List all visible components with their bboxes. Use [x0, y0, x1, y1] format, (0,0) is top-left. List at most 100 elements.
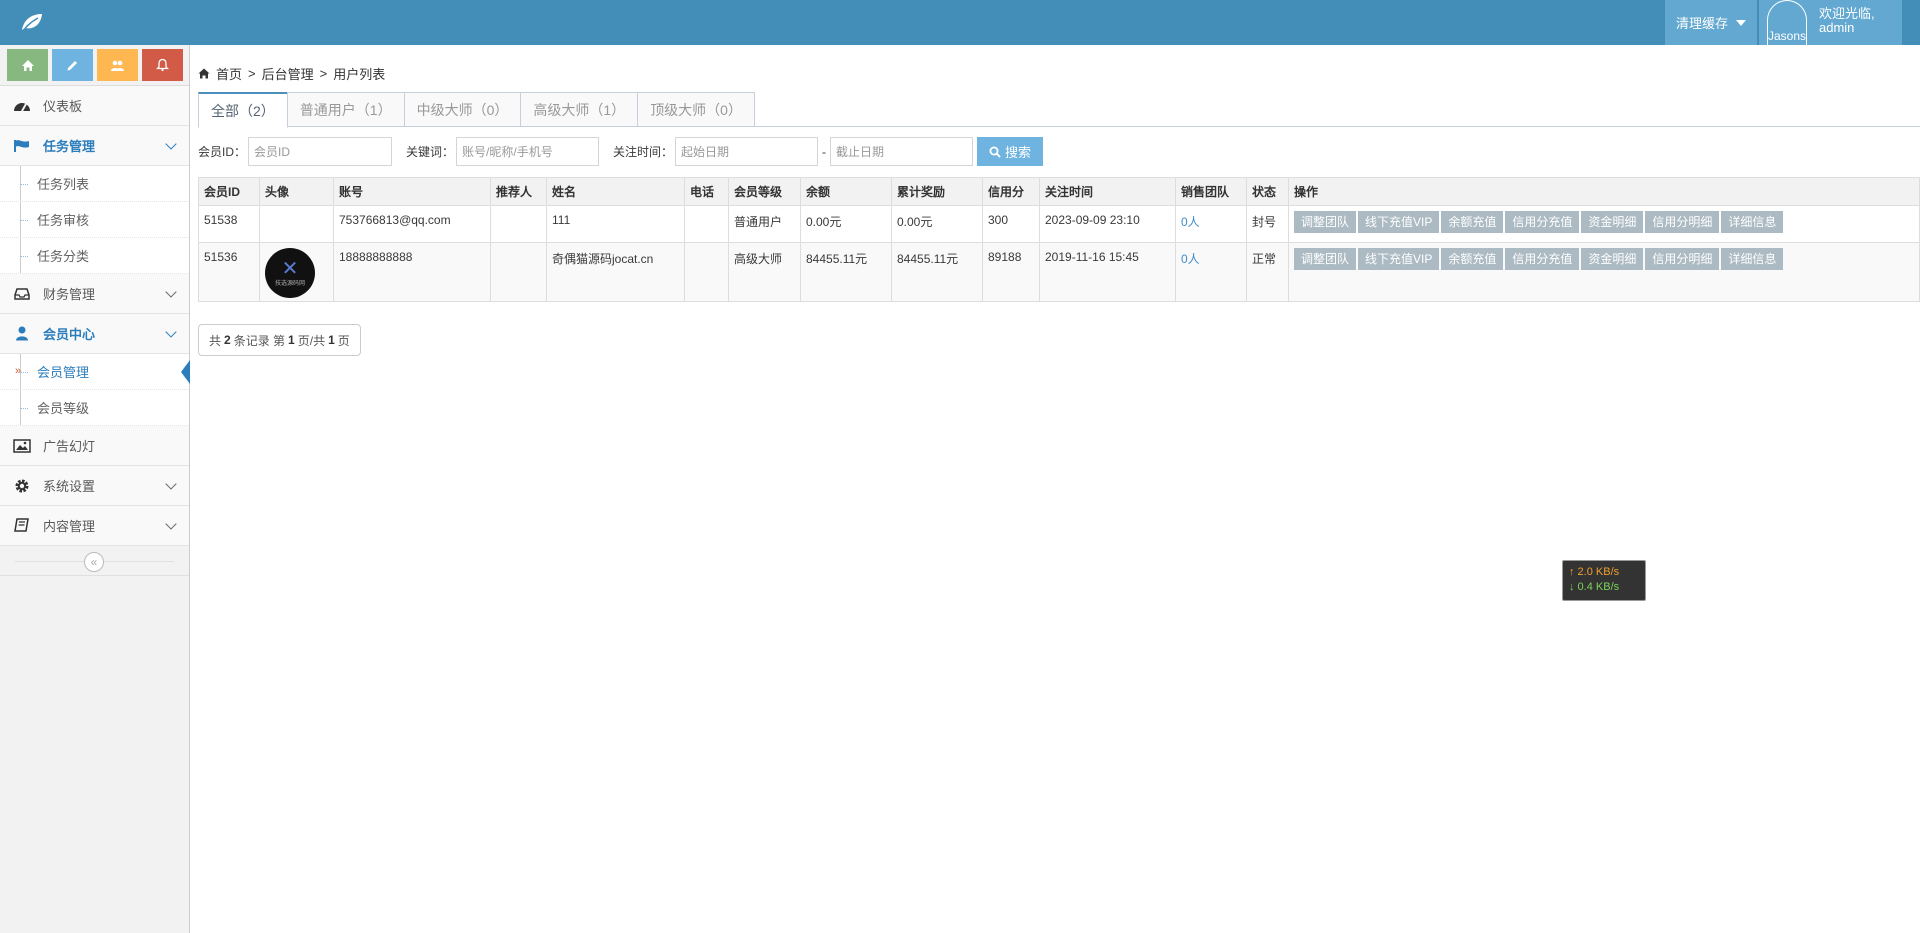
user-icon — [12, 326, 32, 341]
breadcrumb-home-link[interactable]: 首页 — [216, 64, 242, 83]
collapse-sidebar-button[interactable]: « — [84, 552, 104, 572]
sidebar-collapse-bar: « — [0, 546, 189, 576]
balance-recharge-button[interactable]: 余额充值 — [1441, 211, 1504, 233]
bell-shortcut-button[interactable] — [142, 49, 183, 81]
breadcrumb-current: 用户列表 — [333, 67, 386, 82]
tab-all[interactable]: 全部（2） — [198, 92, 288, 128]
sidebar-item-ads[interactable]: 广告幻灯 — [0, 426, 189, 466]
sidebar-subitem-member-manage[interactable]: » 会员管理 — [0, 354, 190, 390]
column-header: 信用分 — [982, 177, 1040, 206]
offline-vip-recharge-button[interactable]: 线下充值VIP — [1358, 211, 1440, 233]
balance-recharge-button[interactable]: 余额充值 — [1441, 248, 1504, 270]
column-header: 头像 — [259, 177, 334, 206]
column-header: 关注时间 — [1039, 177, 1176, 206]
welcome-text: 欢迎光临, admin — [1819, 7, 1875, 35]
search-icon — [989, 146, 1001, 158]
cell-phone — [684, 242, 729, 302]
cell-level: 普通用户 — [728, 205, 801, 243]
sidebar-subitem-task-list[interactable]: 任务列表 — [0, 166, 189, 202]
team-count-link[interactable]: 0人 — [1181, 215, 1200, 229]
sidebar-item-dashboard[interactable]: 仪表板 — [0, 86, 189, 126]
tab-top-masters[interactable]: 顶级大师（0） — [637, 92, 755, 127]
credit-details-button[interactable]: 信用分明细 — [1645, 248, 1720, 270]
avatar: Jasons — [1767, 0, 1807, 45]
cell-team: 0人 — [1175, 242, 1247, 302]
welcome-line: 欢迎光临, — [1819, 6, 1875, 21]
sidebar-subitem-member-level[interactable]: 会员等级 — [0, 390, 189, 426]
column-header: 姓名 — [546, 177, 685, 206]
cell-balance: 84455.11元 — [800, 242, 892, 302]
bell-icon — [156, 58, 169, 72]
search-button[interactable]: 搜索 — [977, 137, 1044, 166]
user-type-tabs: 全部（2） 普通用户（1） 中级大师（0） 高级大师（1） 顶级大师（0） — [198, 92, 1920, 128]
sidebar-subitem-task-review[interactable]: 任务审核 — [0, 202, 189, 238]
sidebar-subitem-label: 会员管理 — [37, 365, 90, 380]
sidebar-item-label: 会员中心 — [43, 327, 96, 342]
cell-name: 奇偶猫源码jocat.cn — [546, 242, 685, 302]
cell-member-id: 51536 — [198, 242, 260, 302]
breadcrumb-separator: > — [319, 66, 328, 81]
fund-details-button[interactable]: 资金明细 — [1581, 248, 1644, 270]
column-header: 账号 — [333, 177, 491, 206]
table-header-row: 会员ID 头像 账号 推荐人 姓名 电话 会员等级 余额 累计奖励 信用分 关注… — [198, 177, 1920, 206]
column-header: 余额 — [800, 177, 892, 206]
avatar-alt-text: Jasons — [1768, 29, 1807, 43]
home-shortcut-button[interactable] — [7, 49, 48, 81]
detail-info-button[interactable]: 详细信息 — [1721, 211, 1784, 233]
cell-account: 18888888888 — [333, 242, 491, 302]
sidebar-item-label: 仪表板 — [43, 99, 83, 114]
clear-cache-button[interactable]: 清理缓存 — [1665, 0, 1757, 45]
username: admin — [1819, 20, 1855, 35]
date-range-dash: - — [822, 144, 827, 159]
users-shortcut-button[interactable] — [97, 49, 138, 81]
top-navbar: 清理缓存 Jasons 欢迎光临, admin — [0, 0, 1920, 45]
cell-credit: 300 — [982, 205, 1040, 243]
tab-regular-users[interactable]: 普通用户（1） — [286, 92, 405, 127]
pager-total: 2 — [224, 333, 231, 347]
sidebar-item-content[interactable]: 内容管理 — [0, 506, 189, 546]
keyword-label: 关键词： — [406, 145, 455, 159]
picture-icon — [12, 438, 32, 453]
sidebar-item-settings[interactable]: 系统设置 — [0, 466, 189, 506]
gear-icon — [12, 478, 32, 494]
adjust-team-button[interactable]: 调整团队 — [1294, 248, 1357, 270]
cell-phone — [684, 205, 729, 243]
adjust-team-button[interactable]: 调整团队 — [1294, 211, 1357, 233]
pager-text: 页/共 — [297, 333, 326, 348]
chevron-down-icon — [165, 478, 177, 490]
table-row: 51538 753766813@qq.com 111 普通用户 0.00元 0.… — [198, 205, 1920, 243]
chevron-down-icon — [165, 326, 177, 338]
start-date-input[interactable]: 起始日期 — [675, 137, 819, 166]
breadcrumb-admin-link[interactable]: 后台管理 — [262, 64, 314, 83]
member-id-label: 会员ID： — [198, 145, 247, 159]
cell-follow-time: 2019-11-16 15:45 — [1039, 242, 1176, 302]
column-header: 销售团队 — [1175, 177, 1247, 206]
cell-avatar — [259, 205, 334, 243]
cell-credit: 89188 — [982, 242, 1040, 302]
breadcrumb: 首页 > 后台管理 > 用户列表 — [198, 64, 385, 83]
cell-reward: 0.00元 — [891, 205, 983, 243]
sidebar-item-finance[interactable]: 财务管理 — [0, 274, 189, 314]
tab-senior-masters[interactable]: 高级大师（1） — [520, 92, 639, 127]
chevron-down-icon — [165, 138, 177, 150]
sidebar-item-members[interactable]: 会员中心 — [0, 314, 189, 354]
credit-recharge-button[interactable]: 信用分充值 — [1505, 248, 1580, 270]
user-menu[interactable]: Jasons 欢迎光临, admin — [1759, 0, 1902, 45]
sidebar-subitem-task-category[interactable]: 任务分类 — [0, 238, 189, 274]
offline-vip-recharge-button[interactable]: 线下充值VIP — [1358, 248, 1440, 270]
team-count-link[interactable]: 0人 — [1181, 252, 1200, 266]
credit-recharge-button[interactable]: 信用分充值 — [1505, 211, 1580, 233]
fund-details-button[interactable]: 资金明细 — [1581, 211, 1644, 233]
column-header: 操作 — [1288, 177, 1920, 206]
credit-details-button[interactable]: 信用分明细 — [1645, 211, 1720, 233]
member-id-input[interactable]: 会员ID — [248, 137, 393, 166]
tab-intermediate-masters[interactable]: 中级大师（0） — [403, 92, 522, 127]
sidebar-item-tasks[interactable]: 任务管理 — [0, 126, 189, 166]
member-avatar: ✕ 技选源码网 — [265, 248, 315, 298]
keyword-input[interactable]: 账号/昵称/手机号 — [456, 137, 600, 166]
chevron-down-icon — [165, 286, 177, 298]
end-date-input[interactable]: 截止日期 — [830, 137, 974, 166]
detail-info-button[interactable]: 详细信息 — [1721, 248, 1784, 270]
edit-shortcut-button[interactable] — [52, 49, 93, 81]
leaf-logo-icon[interactable] — [20, 11, 44, 33]
